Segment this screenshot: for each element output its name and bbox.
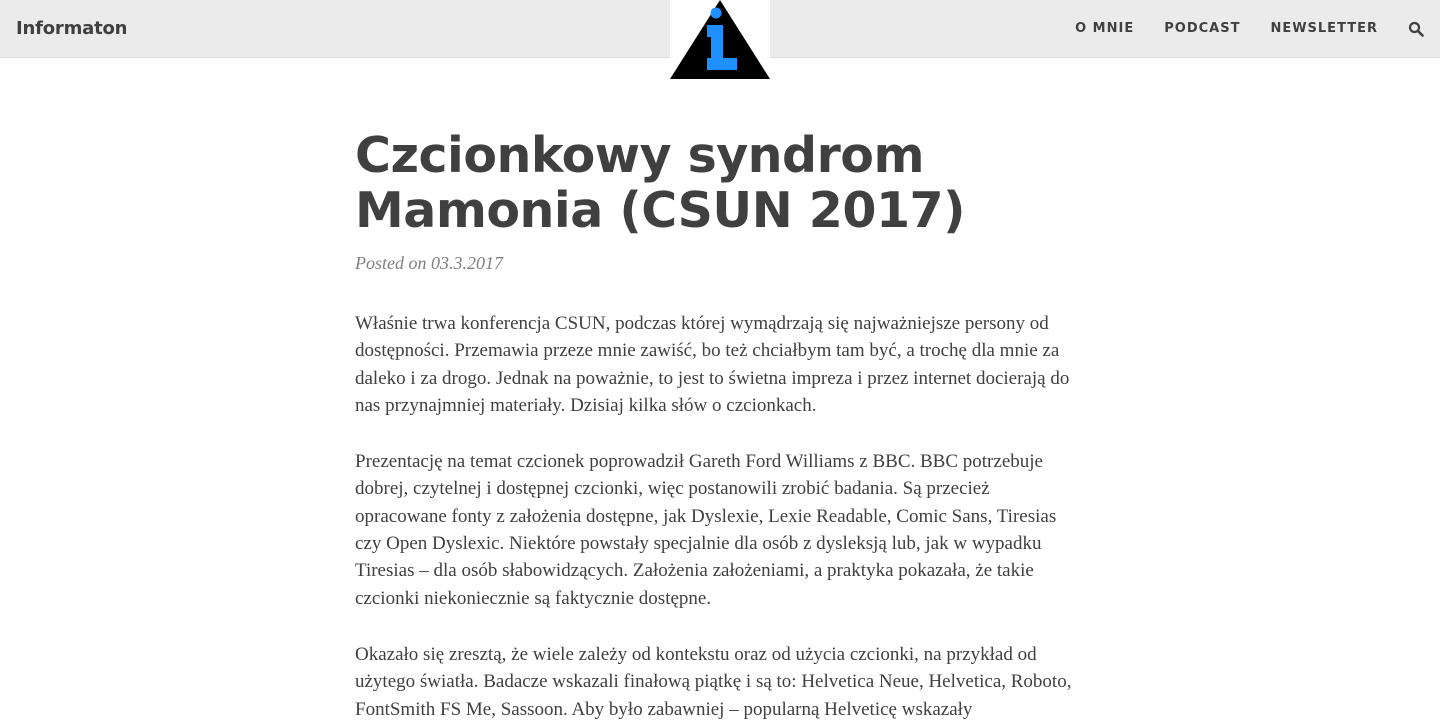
nav-link-podcast[interactable]: PODCAST [1164,21,1240,36]
post-paragraph: Okazało się zresztą, że wiele zależy od … [355,643,1072,720]
main-navigation: O MNIE PODCAST NEWSLETTER [1045,0,1424,57]
site-header: Informaton O MNIE PODCAST NEWSLETTER [0,0,1440,80]
information-triangle-icon [670,0,770,79]
post-paragraph: Prezentację na temat czcionek poprowadzi… [355,451,1057,609]
site-brand-link[interactable]: Informaton [16,0,127,57]
post-title: Czcionkowy syndrom Mamonia (CSUN 2017) [355,127,966,239]
post-meta: Posted on 03.3.2017 [355,253,503,273]
search-icon[interactable] [1408,21,1424,37]
post-paragraph: Właśnie trwa konferencja CSUN, podczas k… [355,313,1070,416]
nav-link-newsletter[interactable]: NEWSLETTER [1270,21,1378,36]
site-logo[interactable] [670,0,770,80]
nav-link-o-mnie[interactable]: O MNIE [1075,21,1134,36]
post-article: Czcionkowy syndrom Mamonia (CSUN 2017) P… [355,128,1085,723]
